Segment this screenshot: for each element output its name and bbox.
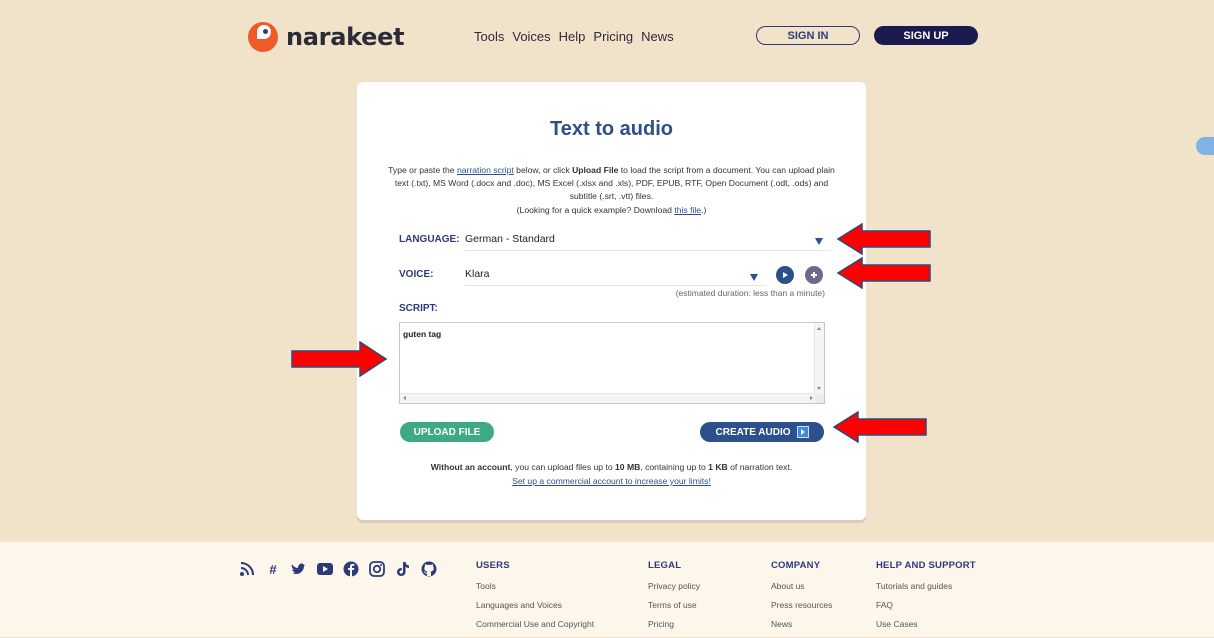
script-label: SCRIPT: bbox=[399, 303, 438, 314]
annotation-arrow-left bbox=[836, 257, 931, 289]
script-textarea[interactable]: guten tag bbox=[399, 322, 825, 404]
footer-link[interactable]: Press resources bbox=[771, 600, 832, 610]
voice-select[interactable]: Klara bbox=[465, 268, 766, 286]
footer-heading: USERS bbox=[476, 560, 510, 571]
facebook-icon[interactable] bbox=[342, 560, 360, 578]
upload-file-mention: Upload File bbox=[572, 165, 619, 175]
commercial-account-link[interactable]: Set up a commercial account to increase … bbox=[512, 476, 711, 486]
example-file-link[interactable]: this file bbox=[674, 205, 701, 215]
scroll-left-icon[interactable] bbox=[403, 396, 406, 400]
resize-handle-icon[interactable] bbox=[815, 394, 824, 403]
footer-users: USERS Tools Languages and Voices Commerc… bbox=[476, 560, 594, 638]
instagram-icon[interactable] bbox=[368, 560, 386, 578]
nav-tools[interactable]: Tools bbox=[474, 29, 504, 44]
script-text: guten tag bbox=[403, 329, 442, 339]
annotation-arrow-left bbox=[836, 223, 931, 255]
footer-link[interactable]: Privacy policy bbox=[648, 581, 700, 591]
site-footer: # USERS Tools Languages and Voices Comme… bbox=[0, 542, 1214, 637]
footer-link[interactable]: Terms of use bbox=[648, 600, 700, 610]
scroll-right-icon[interactable] bbox=[810, 396, 813, 400]
chevron-down-icon bbox=[815, 238, 823, 245]
footer-link[interactable]: Use Cases bbox=[876, 619, 976, 629]
page-title: Text to audio bbox=[550, 118, 673, 140]
main-nav: Tools Voices Help Pricing News bbox=[474, 29, 674, 44]
nav-voices[interactable]: Voices bbox=[512, 29, 550, 44]
slack-icon[interactable]: # bbox=[264, 560, 282, 578]
voice-options-icon[interactable] bbox=[805, 266, 823, 284]
narration-script-link[interactable]: narration script bbox=[457, 165, 514, 175]
twitter-icon[interactable] bbox=[290, 560, 308, 578]
tiktok-icon[interactable] bbox=[394, 560, 412, 578]
text-to-audio-card: Text to audio Type or paste the narratio… bbox=[357, 82, 866, 520]
scroll-down-icon[interactable] bbox=[817, 387, 821, 390]
play-voice-sample-icon[interactable] bbox=[776, 266, 794, 284]
footer-heading: LEGAL bbox=[648, 560, 682, 571]
nav-pricing[interactable]: Pricing bbox=[593, 29, 633, 44]
rss-icon[interactable] bbox=[238, 560, 256, 578]
vertical-scrollbar[interactable] bbox=[814, 323, 824, 395]
footer-heading: COMPANY bbox=[771, 560, 821, 571]
footer-link[interactable]: Languages and Voices bbox=[476, 600, 594, 610]
footer-link[interactable]: Tools bbox=[476, 581, 594, 591]
footer-legal: LEGAL Privacy policy Terms of use Pricin… bbox=[648, 560, 700, 638]
upload-file-button[interactable]: UPLOAD FILE bbox=[400, 422, 494, 442]
footer-link[interactable]: FAQ bbox=[876, 600, 976, 610]
language-label: LANGUAGE: bbox=[399, 234, 460, 245]
narakeet-logo[interactable]: narakeet bbox=[248, 22, 405, 52]
sign-up-button[interactable]: SIGN UP bbox=[874, 26, 978, 45]
parrot-logo-icon bbox=[248, 22, 278, 52]
social-links: # bbox=[238, 560, 438, 578]
limits-text: of narration text. bbox=[727, 462, 793, 472]
footer-link[interactable]: Pricing bbox=[648, 619, 700, 629]
voice-value: Klara bbox=[465, 268, 490, 280]
youtube-icon[interactable] bbox=[316, 560, 334, 578]
horizontal-scrollbar[interactable] bbox=[400, 393, 816, 403]
limits-kb: 1 KB bbox=[708, 462, 728, 472]
intro-text: Type or paste the narration script below… bbox=[387, 164, 836, 217]
site-header: narakeet Tools Voices Help Pricing News … bbox=[0, 0, 1214, 76]
chevron-down-icon bbox=[750, 274, 758, 281]
limits-bold: Without an account bbox=[430, 462, 511, 472]
limits-size: 10 MB bbox=[615, 462, 641, 472]
side-widget-tab[interactable] bbox=[1196, 137, 1214, 155]
logo-text: narakeet bbox=[286, 23, 405, 51]
play-icon bbox=[796, 426, 809, 438]
footer-link[interactable]: Commercial Use and Copyright bbox=[476, 619, 594, 629]
github-icon[interactable] bbox=[420, 560, 438, 578]
intro-text-part: below, or click bbox=[513, 165, 573, 175]
sign-in-button[interactable]: SIGN IN bbox=[756, 26, 860, 45]
footer-link[interactable]: About us bbox=[771, 581, 832, 591]
annotation-arrow-left bbox=[832, 411, 927, 443]
language-value: German - Standard bbox=[465, 233, 555, 245]
nav-news[interactable]: News bbox=[641, 29, 674, 44]
estimated-duration: (estimated duration: less than a minute) bbox=[675, 288, 825, 298]
account-limits-text: Without an account, you can upload files… bbox=[357, 460, 866, 488]
nav-help[interactable]: Help bbox=[559, 29, 586, 44]
create-audio-label: CREATE AUDIO bbox=[715, 426, 791, 438]
footer-company: COMPANY About us Press resources News bbox=[771, 560, 832, 638]
footer-link[interactable]: Tutorials and guides bbox=[876, 581, 976, 591]
create-audio-button[interactable]: CREATE AUDIO bbox=[700, 422, 824, 442]
footer-heading: HELP AND SUPPORT bbox=[876, 560, 976, 571]
limits-text: , you can upload files up to bbox=[510, 462, 616, 472]
footer-link[interactable]: News bbox=[771, 619, 832, 629]
language-select[interactable]: German - Standard bbox=[465, 233, 830, 251]
footer-help: HELP AND SUPPORT Tutorials and guides FA… bbox=[876, 560, 976, 638]
limits-text: , containing up to bbox=[640, 462, 709, 472]
annotation-arrow-right bbox=[291, 341, 388, 377]
intro-text-part: Type or paste the bbox=[388, 165, 457, 175]
intro-text-part: .) bbox=[701, 204, 707, 215]
intro-text-part: (Looking for a quick example? Download bbox=[516, 204, 675, 215]
scroll-up-icon[interactable] bbox=[817, 327, 821, 330]
voice-label: VOICE: bbox=[399, 269, 434, 280]
